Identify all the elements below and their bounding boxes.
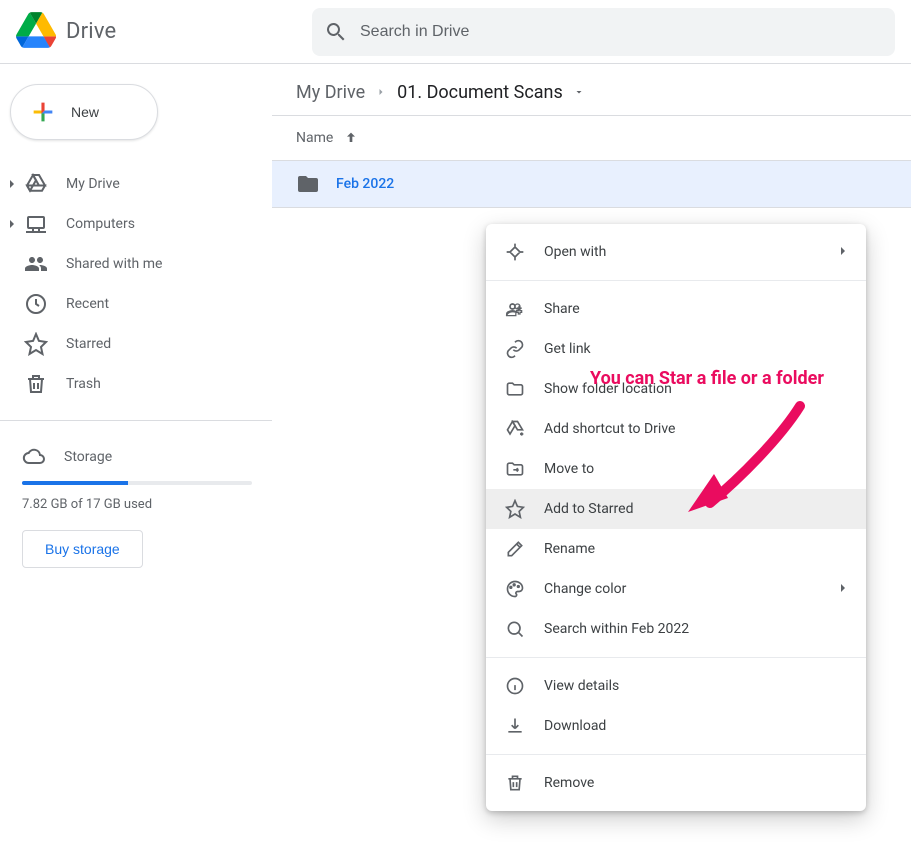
annotation-text: You can Star a file or a folder (590, 368, 824, 389)
annotation-arrow-icon (680, 398, 810, 518)
logo-area[interactable]: Drive (16, 10, 312, 54)
ctx-open-with[interactable]: Open with (486, 232, 866, 272)
new-button-label: New (71, 104, 99, 120)
ctx-change-color[interactable]: Change color (486, 569, 866, 609)
star-icon (504, 498, 526, 520)
storage-used-text: 7.82 GB of 17 GB used (22, 497, 252, 512)
drive-logo-icon (16, 10, 56, 54)
ctx-label: Get link (544, 341, 591, 357)
app-name: Drive (66, 19, 116, 44)
storage-section: Storage 7.82 GB of 17 GB used Buy storag… (0, 429, 272, 568)
ctx-label: Share (544, 301, 580, 317)
ctx-label: Add shortcut to Drive (544, 421, 675, 437)
ctx-view-details[interactable]: View details (486, 666, 866, 706)
sidebar-item-trash[interactable]: Trash (0, 364, 272, 404)
chevron-right-icon (838, 244, 848, 260)
sidebar: New My Drive Computers Shared with me (0, 64, 272, 857)
caret-down-icon[interactable] (573, 82, 585, 103)
search-input[interactable] (360, 23, 883, 41)
folder-outline-icon (504, 378, 526, 400)
plus-icon (29, 98, 57, 126)
ctx-share[interactable]: Share (486, 289, 866, 329)
ctx-get-link[interactable]: Get link (486, 329, 866, 369)
ctx-label: Search within Feb 2022 (544, 621, 689, 637)
breadcrumb-current[interactable]: 01. Document Scans (397, 82, 563, 103)
sidebar-item-recent[interactable]: Recent (0, 284, 272, 324)
breadcrumb: My Drive 01. Document Scans (272, 64, 911, 116)
ctx-label: Rename (544, 541, 595, 557)
link-icon (504, 338, 526, 360)
column-name: Name (296, 130, 333, 146)
new-button[interactable]: New (10, 84, 158, 140)
ctx-label: Move to (544, 461, 594, 477)
folder-icon (296, 172, 320, 196)
share-icon (504, 298, 526, 320)
open-with-icon (504, 241, 526, 263)
ctx-remove[interactable]: Remove (486, 763, 866, 803)
sidebar-divider (0, 420, 272, 421)
ctx-search-within[interactable]: Search within Feb 2022 (486, 609, 866, 649)
storage-label: Storage (64, 449, 112, 465)
sidebar-item-label: Shared with me (66, 256, 162, 272)
ctx-label: View details (544, 678, 619, 694)
ctx-divider (486, 280, 866, 281)
drive-icon (24, 172, 48, 196)
ctx-divider (486, 754, 866, 755)
star-icon (24, 332, 48, 356)
trash-icon (24, 372, 48, 396)
sidebar-item-my-drive[interactable]: My Drive (0, 164, 272, 204)
buy-storage-button[interactable]: Buy storage (22, 530, 143, 568)
ctx-label: Remove (544, 775, 594, 791)
sidebar-item-storage[interactable]: Storage (22, 437, 252, 477)
cloud-icon (22, 445, 46, 469)
sidebar-item-shared[interactable]: Shared with me (0, 244, 272, 284)
file-row[interactable]: Feb 2022 (272, 160, 911, 208)
breadcrumb-root[interactable]: My Drive (296, 82, 365, 103)
sidebar-item-label: Starred (66, 336, 111, 352)
storage-progress-fill (22, 481, 128, 485)
rename-icon (504, 538, 526, 560)
chevron-right-icon (375, 82, 387, 103)
sidebar-item-computers[interactable]: Computers (0, 204, 272, 244)
info-icon (504, 675, 526, 697)
search-box[interactable] (312, 8, 895, 56)
sidebar-item-label: Trash (66, 376, 101, 392)
ctx-rename[interactable]: Rename (486, 529, 866, 569)
palette-icon (504, 578, 526, 600)
sidebar-nav: My Drive Computers Shared with me Recent (0, 156, 272, 412)
ctx-label: Change color (544, 581, 626, 597)
ctx-download[interactable]: Download (486, 706, 866, 746)
trash-icon (504, 772, 526, 794)
caret-right-icon (0, 179, 24, 189)
recent-icon (24, 292, 48, 316)
chevron-right-icon (838, 581, 848, 597)
ctx-label: Add to Starred (544, 501, 633, 517)
move-icon (504, 458, 526, 480)
shortcut-icon (504, 418, 526, 440)
ctx-label: Download (544, 718, 606, 734)
arrow-up-icon (343, 130, 359, 146)
sidebar-item-label: Computers (66, 216, 135, 232)
caret-right-icon (0, 219, 24, 229)
search-icon (324, 20, 348, 44)
list-header[interactable]: Name (272, 116, 911, 160)
ctx-divider (486, 657, 866, 658)
storage-progress (22, 481, 252, 485)
file-name: Feb 2022 (336, 176, 394, 192)
computers-icon (24, 212, 48, 236)
sidebar-item-starred[interactable]: Starred (0, 324, 272, 364)
sidebar-item-label: My Drive (66, 176, 120, 192)
search-icon (504, 618, 526, 640)
header-bar: Drive (0, 0, 911, 64)
download-icon (504, 715, 526, 737)
sidebar-item-label: Recent (66, 296, 109, 312)
shared-icon (24, 252, 48, 276)
ctx-label: Open with (544, 244, 606, 260)
